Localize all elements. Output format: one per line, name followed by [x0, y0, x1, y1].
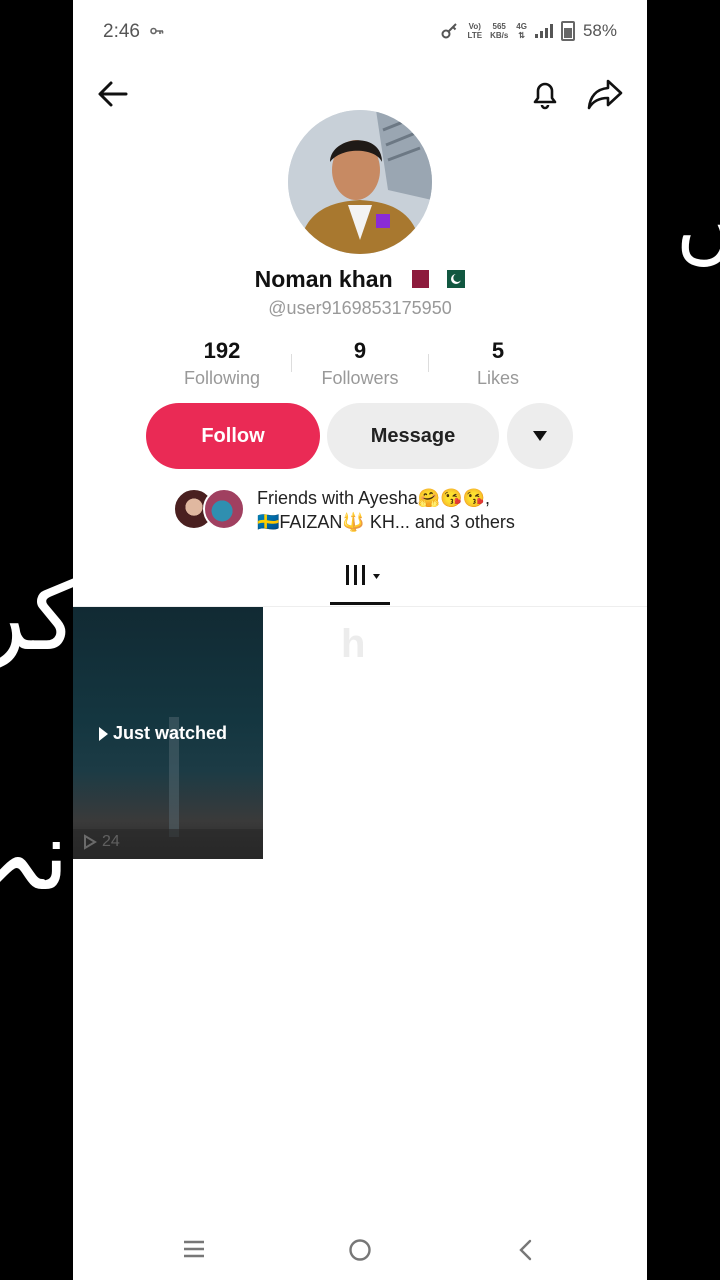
stat-value: 9 — [353, 338, 367, 363]
dropdown-icon — [533, 431, 547, 441]
watermark: h — [341, 622, 366, 666]
battery-icon — [560, 21, 575, 41]
tab-indicator — [330, 602, 390, 605]
follow-button[interactable]: Follow — [146, 403, 320, 469]
profile-screen: 2:46 Vo) LTE 565 KB/s 4G ⇅ 58% Noman kha… — [73, 0, 647, 1280]
stat-value: 192 — [203, 338, 241, 363]
battery-percent: 58% — [582, 21, 617, 40]
grid-icon[interactable] — [330, 560, 390, 606]
stat-likes[interactable]: 5 Likes — [429, 338, 567, 389]
video-thumbnail[interactable]: Just watched 24 — [73, 607, 263, 859]
stat-divider — [291, 354, 292, 372]
friend-avatar — [203, 488, 245, 530]
status-bar: 2:46 Vo) LTE 565 KB/s 4G ⇅ 58% — [73, 0, 647, 64]
network-speed: 565 KB/s — [490, 22, 509, 40]
play-icon — [99, 726, 108, 741]
menu-icon[interactable] — [182, 1238, 206, 1260]
back-arrow-icon[interactable] — [93, 74, 133, 114]
mutual-friends[interactable]: Friends with Ayesha🤗😘😘, 🇸🇪FAIZAN🔱 KH... … — [173, 486, 593, 532]
qatar-flag-icon — [405, 269, 430, 288]
nav-back-icon[interactable] — [515, 1238, 537, 1262]
overlay-text-left-middle: کر — [0, 560, 79, 672]
overlay-text-right: ں — [676, 180, 720, 273]
pakistan-flag-icon — [441, 269, 466, 288]
status-time: 2:46 — [103, 21, 140, 42]
stat-following[interactable]: 192 Following — [153, 338, 291, 389]
message-button[interactable]: Message — [327, 403, 499, 469]
profile-stats: 192 Following 9 Followers 5 Likes — [153, 338, 567, 389]
profile-avatar[interactable] — [288, 110, 432, 254]
key-icon — [150, 27, 164, 35]
avatar-image — [288, 110, 432, 254]
network-generation: 4G ⇅ — [516, 22, 527, 40]
status-indicators: Vo) LTE 565 KB/s 4G ⇅ 58% — [440, 21, 617, 41]
overlay-text-left-bottom: نہ — [0, 800, 69, 912]
mutual-friends-text: Friends with Ayesha🤗😘😘, 🇸🇪FAIZAN🔱 KH... … — [257, 488, 515, 532]
more-options-button[interactable] — [507, 403, 573, 469]
profile-name: Noman khan — [73, 266, 647, 293]
bell-icon[interactable] — [525, 74, 565, 114]
profile-username: @user9169853175950 — [268, 298, 452, 318]
stat-label: Followers — [321, 368, 399, 388]
stat-label: Likes — [476, 368, 520, 388]
video-views: 24 — [83, 833, 120, 851]
home-icon[interactable] — [348, 1238, 372, 1262]
stat-label: Following — [183, 368, 261, 388]
network-type: Vo) LTE — [467, 22, 483, 40]
stat-value: 5 — [491, 338, 505, 363]
just-watched-label: Just watched — [99, 723, 227, 744]
play-outline-icon — [84, 834, 97, 850]
vpn-key-icon — [441, 23, 457, 39]
share-icon[interactable] — [584, 74, 626, 114]
stat-followers[interactable]: 9 Followers — [291, 338, 429, 389]
signal-icon — [534, 24, 553, 38]
system-nav-bar — [73, 1218, 647, 1280]
